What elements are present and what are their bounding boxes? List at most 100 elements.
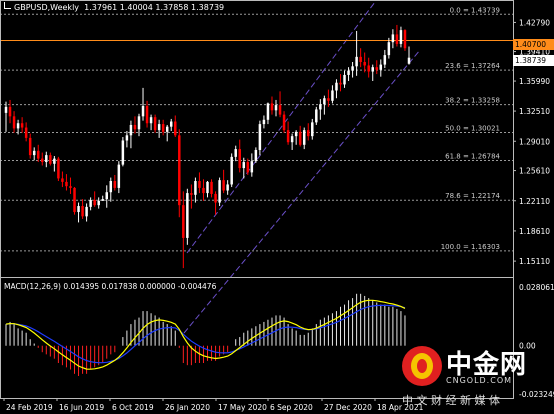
candle-bull <box>121 140 125 165</box>
fibonacci-retracement[interactable]: 0.0 = 1.43739 23.6 = 1.37264 38.2 = 1.3325… <box>0 6 513 252</box>
candle-bull <box>194 181 197 195</box>
candle-bear <box>20 123 24 128</box>
candle-bear <box>57 158 60 179</box>
candle-bull <box>294 131 298 137</box>
candle-bull <box>355 56 358 67</box>
candle-bear <box>214 193 217 203</box>
symbol-timeframe: GBPUSD,Weekly <box>14 3 80 12</box>
fib-level-label: 100.0 = 1.16303 <box>441 243 500 251</box>
candle-bear <box>145 105 149 124</box>
candle-bull <box>351 66 354 71</box>
time-axis-label: 27 Dec 2020 <box>324 403 372 412</box>
candle-bear <box>198 181 201 188</box>
candle-bull <box>169 121 173 127</box>
candle-bear <box>61 178 64 182</box>
candle-bull <box>218 180 221 203</box>
candle-bull <box>89 199 92 207</box>
current-price-label: 1.38739 <box>513 55 554 66</box>
time-axis-label: 17 May 2020 <box>218 403 267 412</box>
watermark-domain: CNGOLD.COM <box>446 376 513 385</box>
macd-blue-line <box>5 304 406 364</box>
price-axis-label: 1.15110 <box>519 257 550 266</box>
candle-bear <box>190 193 193 195</box>
candle-bull <box>129 124 133 136</box>
candle-bear <box>210 181 213 194</box>
candle-bear <box>202 187 205 194</box>
ohlc-close: 1.38739 <box>191 3 225 12</box>
time-axis-label: 16 Jun 2019 <box>59 403 104 412</box>
candle-bear <box>24 127 28 138</box>
symbol-header: GBPUSD,Weekly 1.37961 1.40004 1.37858 1.… <box>4 2 224 12</box>
fib-level-label: 50.0 = 1.30021 <box>445 125 500 133</box>
candle-bull <box>230 156 233 185</box>
candle-bull <box>105 192 108 200</box>
candle-bull <box>383 55 387 65</box>
candle-bull <box>117 164 121 188</box>
candle-bull <box>319 104 322 110</box>
candle-bear <box>41 158 44 163</box>
candle-bull <box>399 30 403 44</box>
candle-bear <box>363 62 366 66</box>
candle-bear <box>246 162 250 173</box>
candle-bull <box>391 34 395 43</box>
candle-bull <box>262 119 266 125</box>
candle-bull <box>302 130 306 145</box>
candle-bear <box>270 103 274 111</box>
candle-bull <box>242 162 246 169</box>
candle-bear <box>298 131 302 145</box>
candle-bear <box>153 117 157 131</box>
candle-bull <box>125 135 129 141</box>
candle-bull <box>371 67 374 72</box>
time-axis-label: 6 Oct 2019 <box>112 403 154 412</box>
candle-bear <box>182 205 185 238</box>
fib-level-label: 78.6 = 1.22174 <box>445 192 500 200</box>
candle-bear <box>73 187 76 213</box>
candle-bull <box>379 64 383 70</box>
candle-bull <box>4 106 8 113</box>
cngold-watermark: 中金网 CNGOLD.COM 中 文 财 经 新 媒 体 <box>400 340 554 414</box>
horizontal-line-price-label: 1.40700 <box>513 39 554 50</box>
time-axis-label: 24 Feb 2019 <box>6 403 53 412</box>
candle-bear <box>178 135 181 206</box>
candle-bear <box>8 106 12 117</box>
candle-bear <box>359 56 362 63</box>
candle-bull <box>335 82 338 91</box>
ohlc-open: 1.37961 <box>84 3 118 12</box>
candle-bull <box>206 181 209 194</box>
candle-bull <box>16 123 20 129</box>
candle-bear <box>395 34 399 44</box>
cngold-logo-icon <box>402 346 442 386</box>
chart-window[interactable]: 0.0 = 1.43739 23.6 = 1.37264 38.2 = 1.3325… <box>0 0 554 414</box>
candle-bear <box>161 124 165 132</box>
candle-bear <box>307 130 310 137</box>
candle-bear <box>113 181 117 188</box>
fib-level-label: 23.6 = 1.37264 <box>445 62 500 70</box>
candle-bull <box>141 105 145 117</box>
candle-bear <box>286 130 290 143</box>
price-axis-label: 1.18610 <box>519 227 550 236</box>
candle-bear <box>81 206 84 217</box>
candle-bull <box>97 200 100 206</box>
macd-signal-line <box>5 299 406 370</box>
candle-bull <box>226 184 229 191</box>
candle-bull <box>109 181 113 193</box>
candle-bear <box>28 137 32 156</box>
candle-bull <box>274 105 278 111</box>
macd-header: MACD(12,26,9) 0.014395 0.017838 0.000000… <box>4 282 217 291</box>
channel-upper-line[interactable] <box>186 1 376 254</box>
candle-bull <box>407 57 411 64</box>
candle-bear <box>69 186 72 188</box>
candle-bear <box>174 121 177 136</box>
candle-bear <box>367 65 370 72</box>
watermark-slogan: 中 文 财 经 新 媒 体 <box>402 394 500 407</box>
candle-bull <box>250 161 254 173</box>
candle-bear <box>282 114 286 131</box>
fib-level-label: 0.0 = 1.43739 <box>450 6 500 14</box>
price-axis-label: 1.35990 <box>519 77 550 86</box>
macd-axis-label: 0.028061 <box>519 283 554 292</box>
time-axis-label: 26 Jan 2020 <box>165 403 210 412</box>
price-axis-label: 1.42790 <box>519 18 550 27</box>
time-axis[interactable]: 24 Feb 2019 16 Jun 2019 6 Oct 2019 26 Jan 2… <box>3 398 424 412</box>
ohlc-high: 1.40004 <box>119 3 153 12</box>
candle-bull <box>32 150 36 156</box>
